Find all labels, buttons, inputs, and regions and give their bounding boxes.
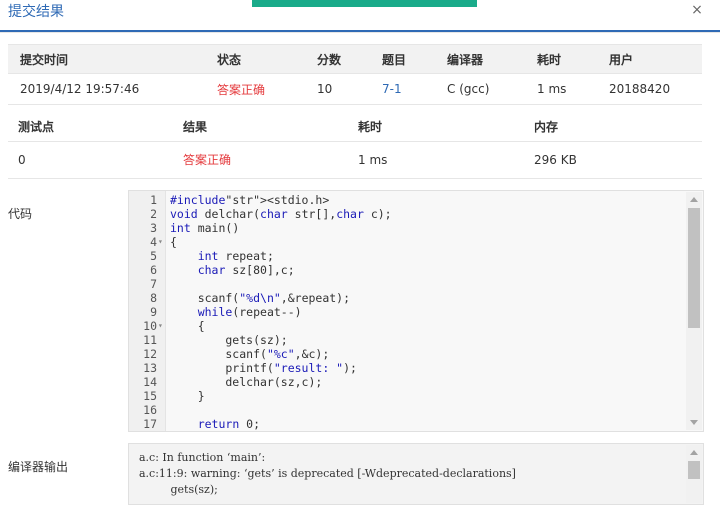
problem-link[interactable]: 7-1 [381,73,446,105]
code-line: 15 } [129,389,703,403]
code-line: 12 scanf("%c",&c); [129,347,703,361]
title-underline [0,30,720,32]
code-text: while(repeat--) [197,305,302,319]
code-text: scanf("%d\n",&repeat); [170,291,351,305]
close-icon[interactable]: × [690,3,704,17]
line-number: 8 [150,291,157,305]
compiler-scrollbar[interactable] [686,445,702,503]
code-line: 4 ▾ { [129,235,703,249]
code-line: 14 delchar(sz,c); [129,375,703,389]
code-line: 5 int repeat; [129,249,703,263]
code-text: delchar(sz,c); [170,375,323,389]
code-line: 11 gets(sz); [129,333,703,347]
compiler-output-label: 编译器输出 [8,460,69,474]
scroll-up-arrow-icon[interactable] [690,197,698,202]
code-text: printf("result: "); [170,361,357,375]
header-testcase: 测试点 [8,112,182,142]
code-line: 13 printf("result: "); [129,361,703,375]
line-number: 16 [143,403,157,417]
code-text: scanf("%c",&c); [170,347,330,361]
testcase-result: 答案正确 [182,141,357,179]
testcase-table: 测试点 结果 耗时 内存 0 答案正确 1 ms 296 KB [8,112,702,179]
line-number: 4 [150,235,157,249]
submission-header-row: 提交时间 状态 分数 题目 编译器 耗时 用户 [8,44,702,74]
line-number: 10 [143,319,157,333]
testcase-duration: 1 ms [357,141,533,179]
scroll-thumb[interactable] [688,208,700,328]
code-text: { [170,235,177,249]
line-number: 17 [143,417,157,431]
testcase-memory: 296 KB [533,141,702,179]
compiler-name: C (gcc) [446,73,536,105]
testcase-id: 0 [8,141,182,179]
line-number: 9 [150,305,157,319]
code-text: return 0; [197,417,261,431]
line-number: 2 [150,207,157,221]
code-text: char sz[80],c; [197,263,295,277]
code-scrollbar[interactable] [686,192,702,430]
code-line: 1 #include"str"><stdio.h> [129,193,703,207]
code-text: { [170,319,205,333]
line-number: 14 [143,375,157,389]
scroll-down-arrow-icon[interactable] [690,420,698,425]
code-line: 9 while(repeat--) [129,305,703,319]
header-duration: 耗时 [536,44,608,74]
code-line: 16 [129,403,703,417]
header-submit-time: 提交时间 [8,44,216,74]
code-text: int main() [170,221,240,235]
code-line: 2 void delchar(char str[],char c); [129,207,703,221]
status-badge: 答案正确 [216,73,316,105]
user-id: 20188420 [608,73,702,105]
line-number: 6 [150,263,157,277]
line-number: 15 [143,389,157,403]
header-time: 耗时 [357,112,533,142]
code-text: } [170,389,205,403]
line-number: 13 [143,361,157,375]
code-line: 7 [129,277,703,291]
header-score: 分数 [316,44,381,74]
code-line: 3 int main() [129,221,703,235]
duration: 1 ms [536,73,608,105]
code-text: int repeat; [197,249,274,263]
header-memory: 内存 [533,112,702,142]
code-line: 8 scanf("%d\n",&repeat); [129,291,703,305]
code-line: 17 return 0; [129,417,703,431]
header-status: 状态 [216,44,316,74]
compiler-scroll-up-arrow-icon[interactable] [690,450,698,455]
testcase-header-row: 测试点 结果 耗时 内存 [8,112,702,142]
dialog-title: 提交结果 [8,4,64,20]
submission-table: 提交时间 状态 分数 题目 编译器 耗时 用户 2019/4/12 19:57:… [8,44,702,105]
code-text: gets(sz); [170,333,288,347]
testcase-row: 0 答案正确 1 ms 296 KB [8,141,702,179]
submission-row: 2019/4/12 19:57:46 答案正确 10 7-1 C (gcc) 1… [8,73,702,105]
line-number: 7 [150,277,157,291]
line-number: 3 [150,221,157,235]
compiler-output-box[interactable]: a.c: In function ‘main’: a.c:11:9: warnin… [128,443,704,505]
line-number: 5 [150,249,157,263]
line-number: 12 [143,347,157,361]
header-user: 用户 [608,44,702,74]
score: 10 [316,73,381,105]
code-editor[interactable]: 1 #include"str"><stdio.h> 2 void delchar(ch… [128,190,704,432]
header-result: 结果 [182,112,357,142]
code-text: void delchar(char str[],char c); [170,207,392,221]
compiler-output-line: gets(sz); [139,483,218,496]
compiler-scroll-thumb[interactable] [688,461,700,479]
header-compiler: 编译器 [446,44,536,74]
line-number: 1 [150,193,157,207]
top-accent-bar [252,0,477,7]
code-label: 代码 [8,207,33,221]
compiler-output-line: a.c:11:9: warning: ‘gets’ is deprecated … [139,467,516,480]
fold-arrow-icon[interactable]: ▾ [158,319,163,333]
submit-time: 2019/4/12 19:57:46 [8,73,216,105]
code-line: 6 char sz[80],c; [129,263,703,277]
line-number: 11 [143,333,157,347]
code-line: 10 ▾ { [129,319,703,333]
fold-arrow-icon[interactable]: ▾ [158,235,163,249]
header-problem: 题目 [381,44,446,74]
compiler-output-line: a.c: In function ‘main’: [139,451,266,464]
code-text: #include"str"><stdio.h> [170,193,330,207]
